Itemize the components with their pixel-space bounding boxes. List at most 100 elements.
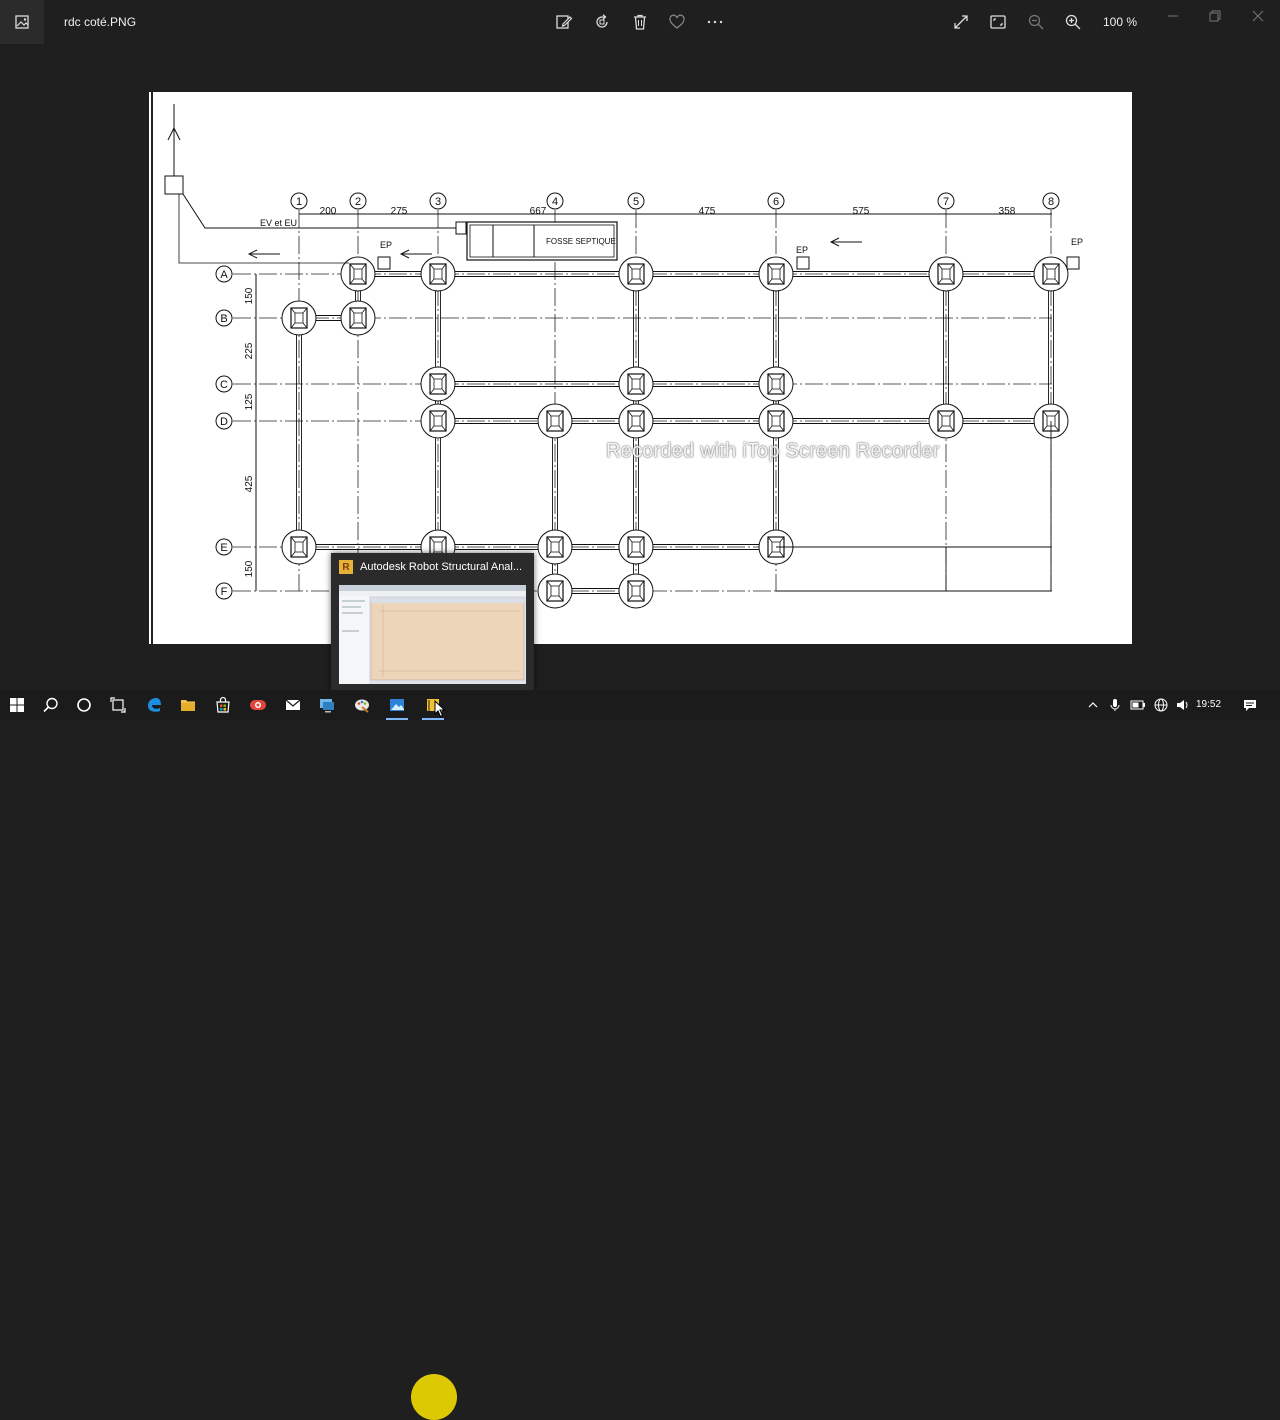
ep-label: EP	[380, 240, 392, 250]
spacing-label: 475	[699, 206, 716, 217]
fullscreen-icon[interactable]	[950, 11, 972, 33]
footing	[758, 366, 794, 402]
spacing-label: 200	[320, 206, 337, 217]
restore-icon[interactable]	[1200, 6, 1230, 26]
row-label: B	[220, 313, 227, 325]
column-label: 8	[1048, 196, 1054, 208]
mouse-cursor-icon	[434, 699, 446, 718]
cortana-icon[interactable]	[67, 690, 101, 720]
row-label: D	[220, 416, 228, 428]
close-icon[interactable]	[1243, 6, 1273, 26]
zoom-level[interactable]: 100 %	[1103, 15, 1137, 29]
notifications-icon[interactable]	[1238, 690, 1262, 720]
flow-arrow-icon	[247, 249, 280, 259]
ep-box	[1066, 256, 1080, 270]
row-spacing-label: 125	[244, 393, 255, 410]
robot-app-icon: R	[339, 560, 353, 574]
minimize-icon[interactable]	[1158, 6, 1188, 26]
column-label: 1	[296, 196, 302, 208]
start-icon[interactable]	[0, 690, 34, 720]
row-label: E	[220, 542, 227, 554]
footing	[420, 366, 456, 402]
column-label: 6	[773, 196, 779, 208]
zoom-out-icon[interactable]	[1025, 11, 1047, 33]
spacing-label: 667	[530, 206, 547, 217]
fosse-label: FOSSE SEPTIQUE	[546, 237, 616, 246]
footing	[420, 256, 456, 292]
store-icon[interactable]	[206, 690, 240, 720]
clock[interactable]: 19:52	[1196, 699, 1221, 710]
row-label: F	[221, 586, 228, 598]
image-canvas[interactable]: 1 2 3 4 5 6 7 8 200 275 667 475 575 358 A B C D E F 150 225 12…	[149, 92, 1132, 644]
fit-icon[interactable]	[987, 11, 1009, 33]
spacing-label: 575	[853, 206, 870, 217]
file-name: rdc coté.PNG	[64, 15, 137, 29]
footing	[537, 529, 573, 565]
more-icon[interactable]	[704, 11, 726, 33]
title-bar: rdc coté.PNG 100 %	[0, 0, 1280, 44]
flow-arrow-icon	[829, 237, 862, 247]
ep-box	[377, 256, 391, 270]
footing	[928, 403, 964, 439]
footing	[1033, 256, 1069, 292]
footing	[537, 573, 573, 609]
tray-chevron-icon[interactable]	[1084, 690, 1102, 720]
footing	[340, 300, 376, 336]
footing	[281, 300, 317, 336]
thumbnail-title: Autodesk Robot Structural Anal...	[360, 561, 523, 573]
photos-taskbar-icon[interactable]	[380, 690, 414, 720]
ep-label: EP	[1071, 237, 1083, 247]
row-label: C	[220, 379, 228, 391]
footing	[758, 256, 794, 292]
task-view-icon[interactable]	[101, 690, 135, 720]
volume-icon[interactable]	[1173, 690, 1193, 720]
microphone-icon[interactable]	[1106, 690, 1124, 720]
edit-icon[interactable]	[553, 11, 575, 33]
globe-icon[interactable]	[1151, 690, 1171, 720]
footing	[758, 403, 794, 439]
footing	[618, 403, 654, 439]
row-spacing-label: 425	[244, 475, 255, 492]
rotate-icon[interactable]	[591, 11, 613, 33]
footing	[618, 366, 654, 402]
thumbnail-preview[interactable]	[339, 585, 526, 684]
column-label: 7	[943, 196, 949, 208]
footing	[618, 573, 654, 609]
spacing-label: 275	[391, 206, 408, 217]
file-explorer-icon[interactable]	[171, 690, 205, 720]
recorder-watermark: Recorded with iTop Screen Recorder	[606, 440, 940, 462]
taskbar-thumbnail[interactable]: R Autodesk Robot Structural Anal...	[331, 553, 534, 690]
spacing-label: 358	[999, 206, 1016, 217]
favorite-icon[interactable]	[666, 11, 688, 33]
manhole-box	[164, 175, 184, 195]
footing	[537, 403, 573, 439]
foundation-plan: 1 2 3 4 5 6 7 8 200 275 667 475 575 358 A B C D E F 150 225 12…	[151, 92, 1083, 644]
battery-icon[interactable]	[1128, 690, 1148, 720]
inlet-box	[455, 221, 467, 235]
mail-icon[interactable]	[276, 690, 310, 720]
row-spacing-label: 225	[244, 342, 255, 359]
row-spacing-label: 150	[244, 287, 255, 304]
ev-eu-label: EV et EU	[260, 218, 297, 228]
column-label: 3	[435, 196, 441, 208]
column-label: 2	[355, 196, 361, 208]
edge-icon[interactable]	[137, 690, 171, 720]
taskbar: 19:52	[0, 690, 1280, 1420]
zoom-in-icon[interactable]	[1062, 11, 1084, 33]
search-icon[interactable]	[34, 690, 68, 720]
footing	[618, 256, 654, 292]
ep-box	[796, 256, 810, 270]
recorder-icon[interactable]	[241, 690, 275, 720]
ep-label: EP	[796, 245, 808, 255]
paint-icon[interactable]	[345, 690, 379, 720]
photos-app-icon[interactable]	[0, 0, 44, 44]
footing	[340, 256, 376, 292]
delete-icon[interactable]	[629, 11, 651, 33]
network-app-icon[interactable]	[310, 690, 344, 720]
footing	[928, 256, 964, 292]
row-label: A	[220, 269, 228, 281]
column-label: 4	[552, 196, 558, 208]
footing	[618, 529, 654, 565]
column-label: 5	[633, 196, 639, 208]
footing	[420, 403, 456, 439]
